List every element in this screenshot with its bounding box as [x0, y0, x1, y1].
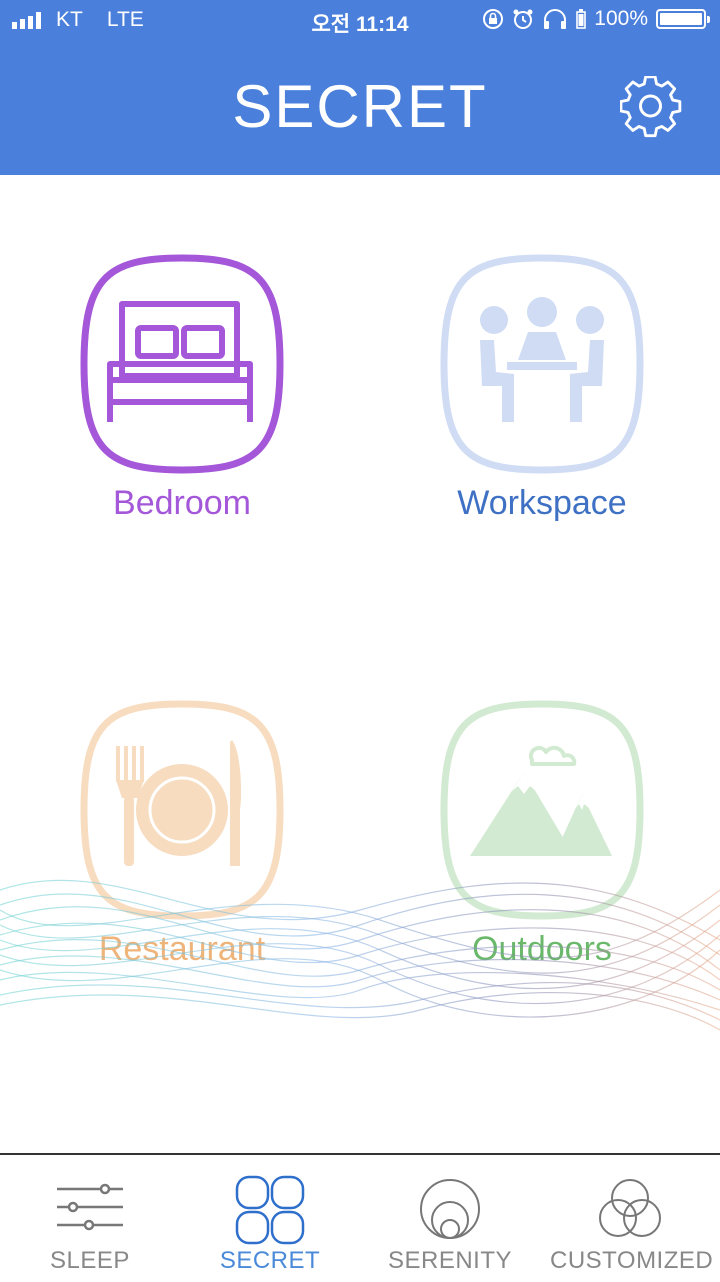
tile-outdoors[interactable]: Outdoors [432, 698, 652, 968]
tab-serenity[interactable]: SERENITY [370, 1155, 530, 1282]
four-circles-icon [235, 1175, 305, 1245]
tab-secret[interactable]: SECRET [190, 1155, 350, 1282]
headphones-icon [544, 9, 567, 29]
tile-bedroom[interactable]: Bedroom [72, 252, 292, 522]
tab-label-customized: CUSTOMIZED [550, 1247, 714, 1274]
bottom-tab-bar: SLEEP SECRET SERENITY CUSTOMIZED [0, 1153, 720, 1282]
bed-icon [80, 254, 284, 474]
tile-label-workspace: Workspace [457, 484, 627, 522]
battery-percent: 100% [594, 7, 648, 30]
tile-restaurant[interactable]: Restaurant [72, 698, 292, 968]
mountain-icon [440, 700, 644, 920]
page-title: SECRET [232, 73, 488, 140]
tab-label-serenity: SERENITY [387, 1247, 513, 1274]
headphone-battery-icon [576, 9, 587, 29]
battery-icon [656, 9, 710, 29]
tile-label-restaurant: Restaurant [98, 930, 266, 968]
tab-label-secret: SECRET [219, 1247, 321, 1274]
status-right: 100% [482, 7, 710, 31]
app-header: KT LTE 오전 11:14 100% SECRET [0, 0, 720, 175]
rotation-lock-icon [483, 9, 504, 29]
tile-workspace[interactable]: Workspace [432, 252, 652, 522]
sliders-icon [57, 1183, 123, 1231]
status-bar: KT LTE 오전 11:14 100% [0, 0, 720, 40]
tile-label-bedroom: Bedroom [113, 484, 251, 522]
tab-label-sleep: SLEEP [50, 1247, 130, 1274]
meeting-icon [440, 254, 644, 474]
dining-icon [80, 700, 284, 920]
tab-sleep[interactable]: SLEEP [10, 1155, 170, 1282]
nested-circles-icon [420, 1179, 480, 1239]
gear-icon[interactable] [620, 76, 684, 140]
venn-circles-icon [599, 1179, 661, 1237]
tile-label-outdoors: Outdoors [472, 930, 612, 968]
tab-customized[interactable]: CUSTOMIZED [550, 1155, 714, 1282]
alarm-icon [513, 9, 533, 29]
